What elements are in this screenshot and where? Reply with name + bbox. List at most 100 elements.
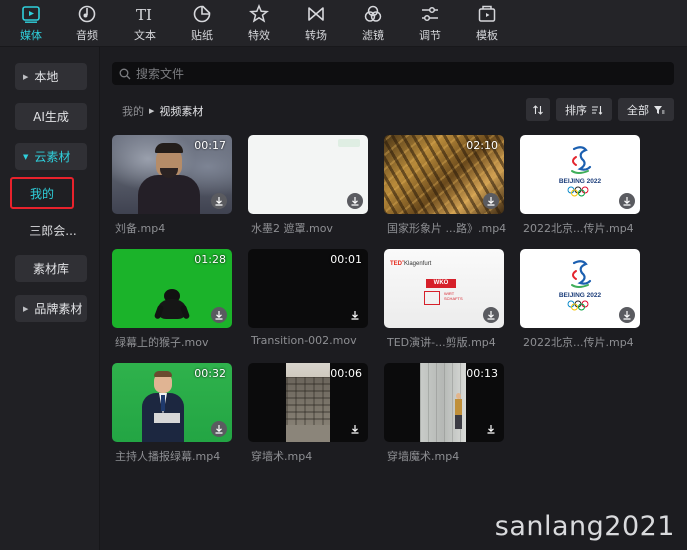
media-name: 2022北京...传片.mp4 (523, 222, 634, 235)
watermark-text: sanlang2021 (494, 511, 675, 542)
sort-label: 排序 (565, 103, 587, 117)
sidebar-item-cloud[interactable]: ▼ 云素材 (15, 143, 87, 170)
tab-template[interactable]: 模板 (464, 0, 510, 47)
tab-transition[interactable]: 转场 (293, 0, 339, 47)
sidebar-item-library[interactable]: 素材库 (15, 255, 87, 282)
tab-effects-label: 特效 (248, 29, 270, 42)
tab-template-label: 模板 (476, 29, 498, 42)
download-icon (351, 197, 359, 206)
media-name: Transition-002.mov (251, 334, 357, 347)
sort-button[interactable]: 排序 (556, 98, 612, 121)
sidebar-item-label: 品牌素材 (34, 302, 83, 316)
sort-order-icon (533, 104, 543, 115)
tab-sticker[interactable]: 贴纸 (179, 0, 225, 47)
tab-transition-label: 转场 (305, 29, 327, 42)
media-name: 水墨2 遮罩.mov (251, 222, 333, 235)
download-icon (487, 311, 495, 320)
tab-audio-label: 音频 (76, 29, 98, 42)
duration-label: 00:17 (194, 139, 226, 152)
tab-adjust[interactable]: 调节 (407, 0, 453, 47)
breadcrumb: 我的 ▶ 视频素材 (122, 103, 203, 119)
duration-label: 00:06 (330, 367, 362, 380)
sort-lines-icon (592, 105, 603, 115)
sidebar-item-label: 本地 (34, 70, 59, 84)
sidebar-item-label: 三郎会... (29, 223, 77, 238)
tab-effects[interactable]: 特效 (236, 0, 282, 47)
download-button[interactable] (483, 193, 499, 209)
tab-text[interactable]: TI 文本 (122, 0, 168, 47)
download-icon (623, 197, 631, 206)
chevron-right-icon: ▶ (149, 107, 155, 115)
download-button[interactable] (483, 421, 499, 437)
filter-all-label: 全部 (627, 103, 649, 117)
media-name: 绿幕上的猴子.mov (115, 336, 209, 349)
video-thumbnail: 00:13 (384, 363, 504, 442)
video-thumbnail: BEIJING 2022 (520, 249, 640, 328)
tab-media-label: 媒体 (20, 29, 42, 42)
search-input[interactable]: 搜索文件 (112, 62, 674, 85)
tab-media[interactable]: 媒体 (8, 0, 54, 47)
download-button[interactable] (619, 193, 635, 209)
top-toolbar: 媒体 音频 TI 文本 贴纸 特效 转场 滤镜 调节 模板 (0, 0, 687, 47)
effects-icon (249, 4, 269, 23)
tab-text-label: 文本 (134, 29, 156, 42)
media-name: 国家形象片 ...路》.mp4 (387, 222, 507, 235)
tab-sticker-label: 贴纸 (191, 29, 213, 42)
tab-adjust-label: 调节 (419, 29, 441, 42)
duration-label: 01:28 (194, 253, 226, 266)
download-button[interactable] (211, 307, 227, 323)
download-icon (351, 311, 359, 320)
download-button[interactable] (211, 421, 227, 437)
media-name: 穿墙魔术.mp4 (387, 450, 460, 463)
filter-all-button[interactable]: 全部 (618, 98, 674, 121)
wko-sub-2: SCHAFTS (444, 296, 463, 301)
media-name: 穿墙术.mp4 (251, 450, 313, 463)
video-thumbnail: TEDxKlagenfurt WKO WIRT SCHAFTS (384, 249, 504, 328)
svg-text:BEIJING 2022: BEIJING 2022 (559, 178, 602, 185)
download-button[interactable] (619, 307, 635, 323)
sticker-icon (193, 5, 211, 23)
video-thumbnail: 00:32 (112, 363, 232, 442)
tab-filter-label: 滤镜 (362, 29, 384, 42)
sidebar-subitem-mine[interactable]: 我的 (10, 177, 74, 209)
download-button[interactable] (483, 307, 499, 323)
sidebar-item-ai[interactable]: AI生成 (15, 103, 87, 130)
video-thumbnail: 02:10 (384, 135, 504, 214)
video-thumbnail: 00:01 (248, 249, 368, 328)
download-icon (215, 197, 223, 206)
download-button[interactable] (347, 421, 363, 437)
filter-icon (364, 5, 382, 22)
sidebar-item-label: AI生成 (33, 110, 69, 124)
sidebar-subitem-sanlang[interactable]: 三郎会... (18, 214, 88, 246)
media-name: TED演讲-...剪版.mp4 (387, 336, 496, 349)
sidebar-item-label: 素材库 (32, 262, 69, 276)
download-button[interactable] (347, 193, 363, 209)
download-button[interactable] (211, 193, 227, 209)
tab-filter[interactable]: 滤镜 (350, 0, 396, 47)
breadcrumb-root[interactable]: 我的 (122, 103, 144, 119)
duration-label: 00:01 (330, 253, 362, 266)
download-button[interactable] (347, 307, 363, 323)
breadcrumb-current: 视频素材 (159, 105, 204, 118)
video-thumbnail: 01:28 (112, 249, 232, 328)
tab-audio[interactable]: 音频 (64, 0, 110, 47)
transition-icon (308, 7, 324, 21)
sidebar: ▶ 本地 AI生成 ▼ 云素材 我的 三郎会... 素材库 ▶ 品牌素材 (0, 47, 100, 550)
video-thumbnail: 00:17 (112, 135, 232, 214)
caret-down-icon: ▼ (23, 152, 29, 161)
sort-order-button[interactable] (526, 98, 550, 121)
sidebar-item-brand[interactable]: ▶ 品牌素材 (15, 295, 87, 322)
video-thumbnail: BEIJING 2022 (520, 135, 640, 214)
sidebar-item-local[interactable]: ▶ 本地 (15, 63, 87, 90)
media-name: 主持人播报绿幕.mp4 (115, 450, 221, 463)
duration-label: 00:13 (466, 367, 498, 380)
download-icon (487, 197, 495, 206)
ted-place-text: Klagenfurt (404, 261, 432, 267)
text-icon: TI (136, 6, 152, 24)
svg-text:BEIJING 2022: BEIJING 2022 (559, 292, 602, 299)
video-thumbnail: 00:06 (248, 363, 368, 442)
sidebar-item-label: 我的 (29, 186, 54, 201)
ted-logo-text: TED (390, 261, 402, 267)
caret-right-icon: ▶ (23, 72, 29, 81)
duration-label: 00:32 (194, 367, 226, 380)
